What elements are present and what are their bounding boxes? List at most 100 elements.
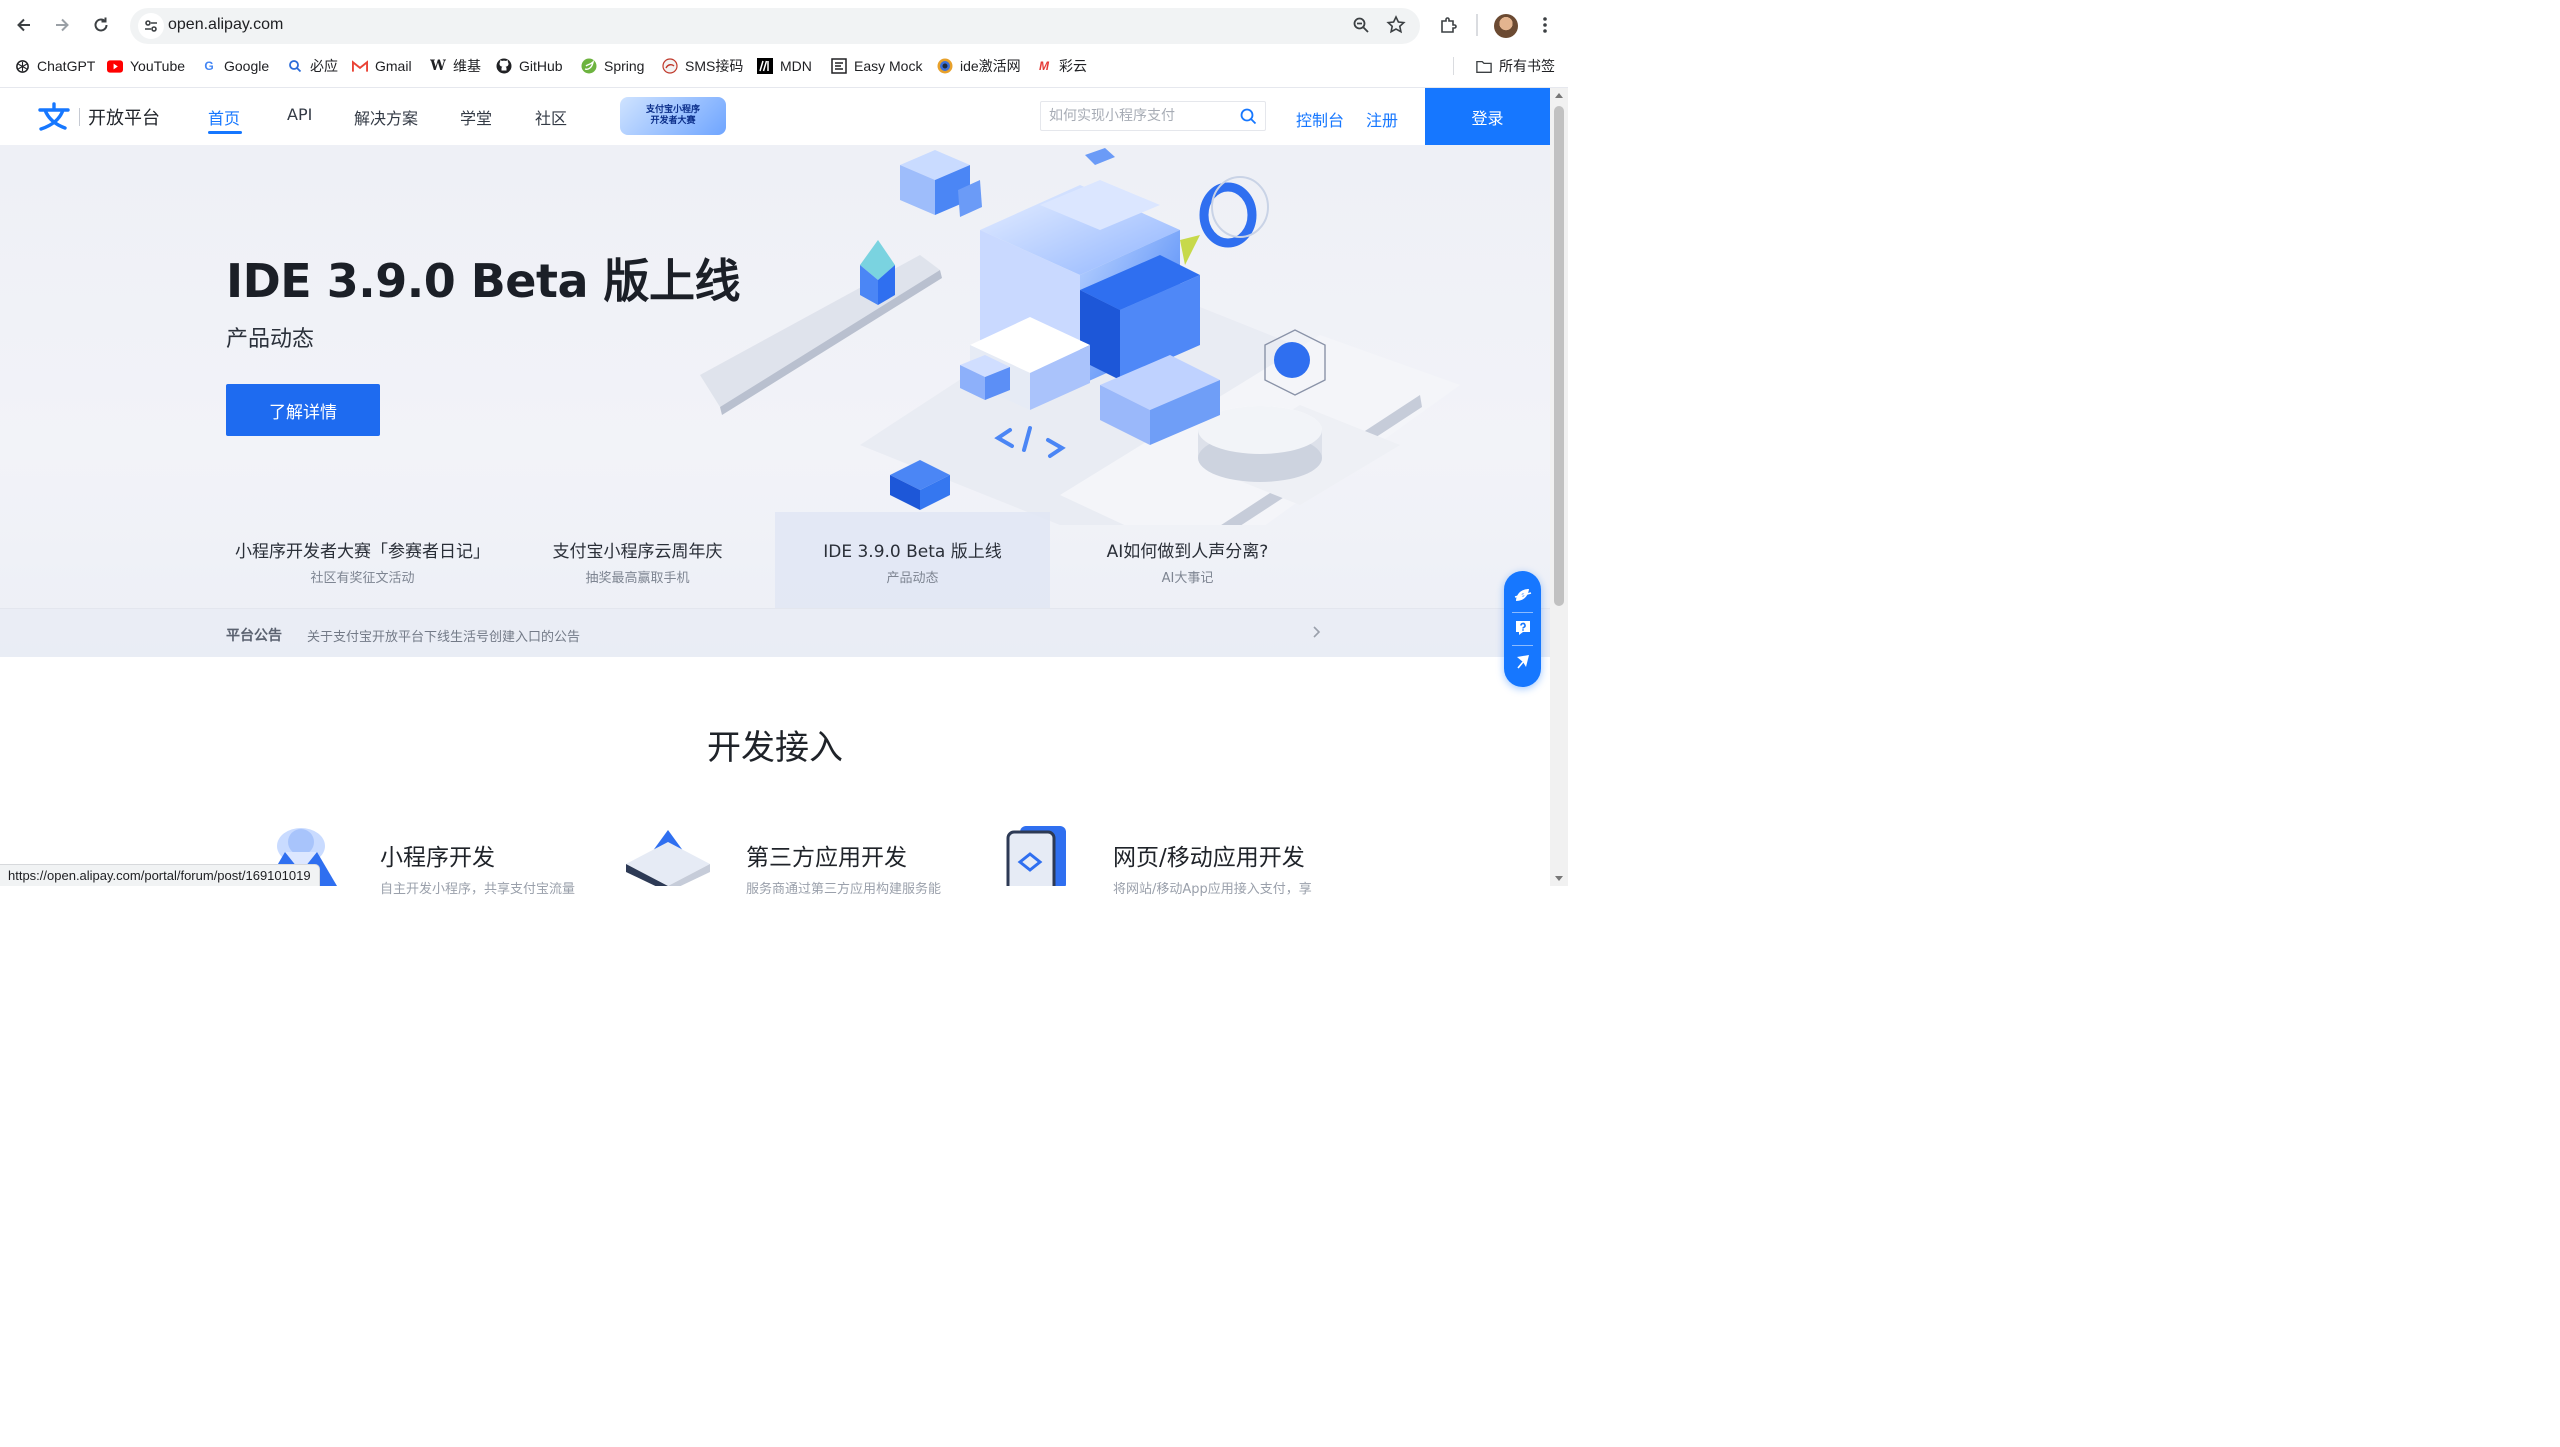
- developer-contest-badge[interactable]: 支付宝小程序 开发者大赛: [620, 97, 726, 135]
- chat-robot-icon[interactable]: [1511, 583, 1534, 606]
- feature-tab-subtitle: AI大事记: [1161, 571, 1214, 586]
- url-text[interactable]: open.alipay.com: [168, 16, 283, 34]
- mdn-icon: [757, 58, 773, 74]
- bookmark-gmail[interactable]: Gmail: [352, 56, 412, 76]
- toolbar-separator: [1512, 612, 1533, 613]
- page-scrollbar[interactable]: [1550, 88, 1568, 886]
- browser-menu-button[interactable]: [1530, 10, 1560, 40]
- register-link[interactable]: 注册: [1366, 107, 1398, 131]
- nav-academy[interactable]: 学堂: [460, 105, 492, 129]
- dev-card-title-third-party[interactable]: 第三方应用开发: [746, 838, 907, 872]
- forward-button[interactable]: [47, 10, 77, 40]
- all-bookmarks-button[interactable]: 所有书签: [1476, 56, 1555, 76]
- toolbar-separator: [1512, 645, 1533, 646]
- gmail-icon: [352, 58, 368, 74]
- bookmark-label: Easy Mock: [854, 58, 923, 74]
- feature-tab-title: IDE 3.9.0 Beta 版上线: [823, 542, 1002, 562]
- dev-card-desc-miniprogram: 自主开发小程序，共享支付宝流量: [380, 882, 576, 897]
- bookmark-label: YouTube: [130, 58, 186, 74]
- feature-tab-ide-release[interactable]: IDE 3.9.0 Beta 版上线 产品动态: [775, 512, 1050, 608]
- feature-tab-subtitle: 产品动态: [886, 571, 939, 586]
- nav-community[interactable]: 社区: [535, 105, 567, 129]
- nav-home[interactable]: 首页: [208, 105, 240, 129]
- bookmark-label: SMS接码: [685, 58, 744, 74]
- third-party-app-icon: [626, 830, 710, 886]
- platform-announcement-bar[interactable]: 平台公告 关于支付宝开放平台下线生活号创建入口的公告: [0, 608, 1550, 657]
- extensions-button[interactable]: [1434, 10, 1464, 40]
- bookmarks-divider: [1453, 57, 1454, 75]
- dev-card-desc-third-party: 服务商通过第三方应用构建服务能: [746, 882, 942, 897]
- bookmark-google[interactable]: G Google: [201, 56, 269, 76]
- feature-tab-title: 小程序开发者大赛「参赛者日记」: [235, 542, 490, 562]
- bookmark-bing[interactable]: 必应: [287, 56, 338, 76]
- reload-icon: [94, 17, 108, 32]
- address-bar[interactable]: open.alipay.com: [130, 8, 1420, 44]
- site-settings-icon[interactable]: [138, 13, 164, 39]
- bookmark-wikipedia[interactable]: W 维基: [430, 56, 481, 76]
- feature-tab-contest-diary[interactable]: 小程序开发者大赛「参赛者日记」 社区有奖征文活动: [225, 512, 500, 608]
- wikipedia-icon: W: [430, 58, 446, 74]
- site-search-input[interactable]: [1049, 106, 1229, 126]
- bookmark-spring[interactable]: Spring: [581, 56, 644, 76]
- easymock-icon: [831, 58, 847, 74]
- hero-isometric-illustration: [700, 148, 1460, 525]
- bookmark-label: 彩云: [1059, 58, 1087, 74]
- login-button[interactable]: 登录: [1425, 88, 1550, 145]
- announcement-label: 平台公告: [226, 628, 282, 644]
- youtube-icon: [107, 58, 123, 74]
- sms-icon: [662, 58, 678, 74]
- chevron-right-icon[interactable]: [1312, 624, 1322, 643]
- feature-tab-cloud-anniversary[interactable]: 支付宝小程序云周年庆 抽奖最高赢取手机: [500, 512, 775, 608]
- logo-divider: [79, 108, 80, 126]
- scroll-down-arrow-icon[interactable]: [1555, 876, 1563, 881]
- kebab-menu-icon: [1543, 17, 1547, 33]
- logo-text[interactable]: 开放平台: [88, 104, 160, 130]
- puzzle-icon: [1441, 17, 1457, 33]
- bookmark-sms[interactable]: SMS接码: [662, 56, 743, 76]
- bookmark-github[interactable]: GitHub: [496, 56, 563, 76]
- site-header: 开放平台 首页 API 解决方案 学堂 社区 支付宝小程序 开发者大赛 控制台 …: [0, 88, 1550, 145]
- console-link[interactable]: 控制台: [1296, 107, 1344, 131]
- nav-api[interactable]: API: [287, 105, 312, 124]
- dev-card-title-miniprogram[interactable]: 小程序开发: [380, 838, 495, 872]
- bookmark-label: ide激活网: [960, 58, 1021, 74]
- bookmark-label: MDN: [780, 58, 812, 74]
- bookmark-label: Google: [224, 58, 270, 74]
- bookmark-easymock[interactable]: Easy Mock: [831, 56, 922, 76]
- all-bookmarks-label: 所有书签: [1499, 58, 1555, 74]
- dev-card-desc-web-mobile: 将网站/移动App应用接入支付，享: [1113, 882, 1312, 897]
- bookmark-youtube[interactable]: YouTube: [107, 56, 185, 76]
- bookmark-mdn[interactable]: MDN: [757, 56, 812, 76]
- bookmark-caiyun[interactable]: M 彩云: [1036, 56, 1087, 76]
- hero-title: IDE 3.9.0 Beta 版上线: [226, 254, 741, 308]
- feature-tab-subtitle: 抽奖最高赢取手机: [585, 571, 690, 586]
- back-button[interactable]: [9, 10, 39, 40]
- alipay-logo-icon[interactable]: [38, 102, 70, 132]
- feedback-pen-icon[interactable]: [1511, 649, 1534, 672]
- profile-avatar[interactable]: [1494, 14, 1518, 38]
- reload-button[interactable]: [86, 10, 116, 40]
- feature-tab-subtitle: 社区有奖征文活动: [310, 571, 415, 586]
- bookmark-label: Gmail: [375, 58, 412, 74]
- feature-tab-ai-voice[interactable]: AI如何做到人声分离? AI大事记: [1050, 512, 1325, 608]
- ide-icon: [937, 58, 953, 74]
- scroll-up-arrow-icon[interactable]: [1555, 93, 1563, 98]
- zoom-icon[interactable]: [1352, 16, 1370, 38]
- nav-active-indicator: [208, 131, 242, 134]
- nav-solutions[interactable]: 解决方案: [354, 105, 418, 129]
- help-question-icon[interactable]: [1511, 616, 1534, 639]
- scrollbar-thumb[interactable]: [1554, 106, 1564, 606]
- search-icon[interactable]: [1240, 108, 1257, 129]
- dev-section-title: 开发接入: [707, 728, 843, 768]
- spring-icon: [581, 58, 597, 74]
- bookmark-star-icon[interactable]: [1386, 15, 1406, 39]
- bookmark-label: 必应: [310, 58, 338, 74]
- announcement-text[interactable]: 关于支付宝开放平台下线生活号创建入口的公告: [307, 626, 580, 645]
- learn-more-button[interactable]: 了解详情: [226, 384, 380, 436]
- bookmark-chatgpt[interactable]: ChatGPT: [14, 56, 95, 76]
- bookmark-label: GitHub: [519, 58, 563, 74]
- promo-badge-line1: 支付宝小程序: [645, 105, 700, 115]
- browser-chrome: open.alipay.com ChatGPT YouTube G Google: [0, 0, 1568, 88]
- dev-card-title-web-mobile[interactable]: 网页/移动应用开发: [1113, 838, 1305, 872]
- bookmark-ide[interactable]: ide激活网: [937, 56, 1021, 76]
